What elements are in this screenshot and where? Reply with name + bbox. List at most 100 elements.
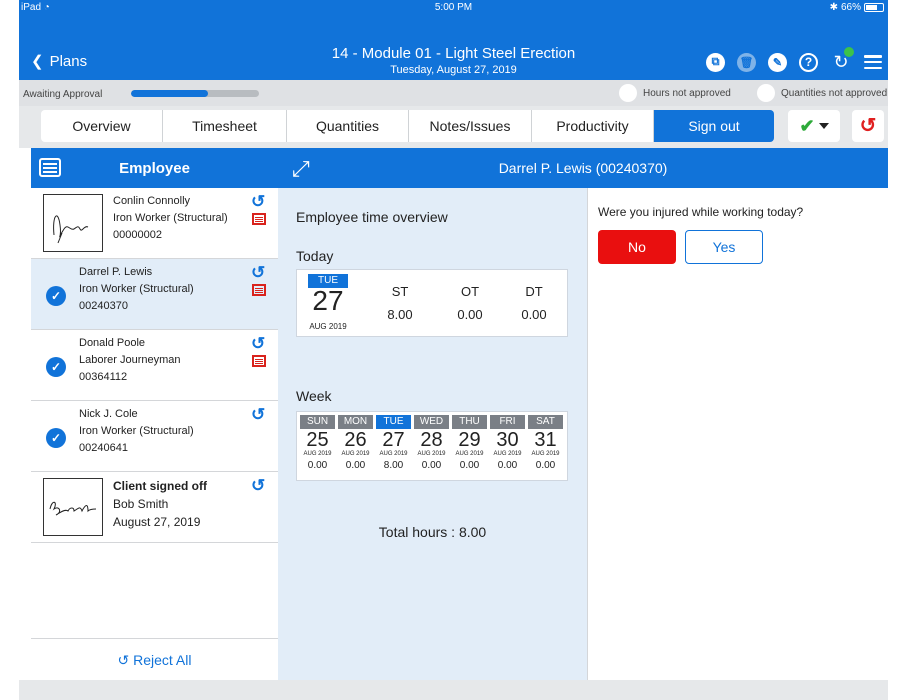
hours-legend-dot (619, 84, 637, 102)
week-day-fri[interactable]: FRI 30 AUG 2019 0.00 (490, 415, 525, 501)
overview-title: Employee time overview (296, 209, 448, 225)
employee-panel: Employee Conlin Connolly Iron Worker (St… (31, 148, 278, 680)
timesheet-doc-icon[interactable] (252, 284, 266, 296)
week-day-mon[interactable]: MON 26 AUG 2019 0.00 (338, 415, 373, 501)
week-card: SUN 25 AUG 2019 0.00 MON 26 AUG 2019 0.00 TUE 27 A… (296, 411, 568, 481)
employee-role: Laborer Journeyman (79, 354, 181, 366)
tab-productivity[interactable]: Productivity (532, 110, 654, 142)
dt-label: DT (525, 284, 543, 299)
week-label: Week (296, 388, 332, 404)
client-signoff-row[interactable]: Client signed off Bob Smith August 27, 2… (31, 472, 278, 543)
week-day-name: THU (452, 415, 487, 429)
help-icon[interactable]: ? (799, 52, 818, 72)
sync-icon[interactable]: ↻ (830, 47, 854, 73)
bottom-strip (19, 680, 888, 700)
week-day-hours: 0.00 (535, 460, 556, 471)
approval-progress (131, 90, 259, 97)
undo-icon: ↺ (117, 652, 130, 668)
dt-value: 0.00 (521, 307, 547, 322)
employee-id: 00000002 (113, 229, 162, 241)
week-day-month: AUG 2019 (379, 451, 408, 457)
edit-icon[interactable]: ✎ (768, 52, 787, 72)
employee-row[interactable]: ✓ Nick J. Cole Iron Worker (Structural) … (31, 401, 278, 472)
tab-sign-out[interactable]: Sign out (654, 110, 774, 142)
client-date: August 27, 2019 (113, 515, 201, 529)
quantities-legend-dot (757, 84, 775, 102)
today-month: AUG 2019 (309, 322, 347, 331)
detail-employee-name: Darrel P. Lewis (00240370) (498, 160, 668, 176)
timesheet-doc-icon[interactable] (252, 355, 266, 367)
tab-overview[interactable]: Overview (41, 110, 163, 142)
reject-button[interactable]: ↺ (852, 110, 884, 142)
tab-quantities[interactable]: Quantities (287, 110, 409, 142)
employee-row[interactable]: ✓ Darrel P. Lewis Iron Worker (Structura… (31, 259, 278, 330)
sync-ok-badge (844, 47, 854, 57)
undo-icon[interactable]: ↺ (251, 334, 265, 354)
approval-label: Awaiting Approval (23, 89, 103, 100)
signature-image (43, 194, 103, 252)
today-date: 27 (312, 285, 344, 316)
employee-panel-title: Employee (119, 160, 190, 177)
status-right: ✱ 66% (830, 2, 884, 13)
trash-icon[interactable]: 🗑 (737, 52, 756, 72)
employee-name: Conlin Connolly (113, 195, 191, 207)
employee-role: Iron Worker (Structural) (113, 212, 228, 224)
week-day-date: 26 (344, 429, 367, 451)
week-day-month: AUG 2019 (303, 451, 332, 457)
week-day-name: SAT (528, 415, 563, 429)
signature-drawing (53, 215, 89, 244)
caret-down-icon (818, 123, 829, 129)
week-day-thu[interactable]: THU 29 AUG 2019 0.00 (452, 415, 487, 501)
undo-icon[interactable]: ↺ (251, 476, 265, 496)
approve-dropdown[interactable]: ✔ (788, 110, 840, 142)
week-day-sun[interactable]: SUN 25 AUG 2019 0.00 (300, 415, 335, 501)
employee-row[interactable]: Conlin Connolly Iron Worker (Structural)… (31, 188, 278, 259)
employee-panel-header: Employee (31, 148, 278, 188)
week-day-date: 27 (382, 429, 405, 451)
week-day-date: 29 (458, 429, 481, 451)
quantities-legend: Quantities not approved (757, 84, 887, 102)
ot-label: OT (460, 284, 480, 299)
today-label: Today (296, 248, 334, 264)
reject-all-button[interactable]: ↺ Reject All (31, 638, 278, 680)
undo-icon[interactable]: ↺ (251, 263, 265, 283)
undo-icon[interactable]: ↺ (251, 192, 265, 212)
tab-timesheet[interactable]: Timesheet (163, 110, 287, 142)
ot-value: 0.00 (457, 307, 483, 322)
employee-row[interactable]: ✓ Donald Poole Laborer Journeyman 003641… (31, 330, 278, 401)
timesheet-doc-icon[interactable] (252, 213, 266, 225)
battery-percent: 66% (840, 2, 861, 13)
copy-icon[interactable]: ⧉ (706, 52, 725, 72)
week-day-sat[interactable]: SAT 31 AUG 2019 0.00 (528, 415, 563, 501)
week-day-name: MON (338, 415, 373, 429)
injury-yes-button[interactable]: Yes (685, 230, 763, 264)
week-day-month: AUG 2019 (493, 451, 522, 457)
menu-icon[interactable] (864, 55, 882, 69)
ot-column: OT 0.00 (440, 284, 500, 322)
week-day-month: AUG 2019 (417, 451, 446, 457)
injury-panel: Were you injured while working today? No… (587, 188, 888, 680)
detail-header: ⤢ Darrel P. Lewis (00240370) (278, 148, 888, 188)
tab-bar: Overview Timesheet Quantities Notes/Issu… (19, 106, 888, 148)
employee-role: Iron Worker (Structural) (79, 425, 194, 437)
employee-name: Darrel P. Lewis (79, 266, 153, 278)
week-day-hours: 0.00 (459, 460, 480, 471)
employee-id: 00240370 (79, 300, 128, 312)
hours-legend: Hours not approved (619, 84, 731, 102)
employee-info: Darrel P. Lewis Iron Worker (Structural)… (79, 264, 194, 315)
week-day-hours: 0.00 (345, 460, 366, 471)
client-name: Bob Smith (113, 497, 169, 511)
check-circle-icon: ✓ (46, 428, 66, 448)
injury-question: Were you injured while working today? (598, 205, 804, 219)
tab-notes-issues[interactable]: Notes/Issues (409, 110, 532, 142)
employee-name: Nick J. Cole (79, 408, 138, 420)
week-day-wed[interactable]: WED 28 AUG 2019 0.00 (414, 415, 449, 501)
week-day-month: AUG 2019 (341, 451, 370, 457)
employee-info: Nick J. Cole Iron Worker (Structural) 00… (79, 406, 194, 457)
week-day-tue[interactable]: TUE 27 AUG 2019 8.00 (376, 415, 411, 501)
client-info: Client signed off Bob Smith August 27, 2… (113, 477, 207, 531)
injury-no-button[interactable]: No (598, 230, 676, 264)
week-day-hours: 0.00 (497, 460, 518, 471)
undo-icon[interactable]: ↺ (251, 405, 265, 425)
week-day-month: AUG 2019 (531, 451, 560, 457)
